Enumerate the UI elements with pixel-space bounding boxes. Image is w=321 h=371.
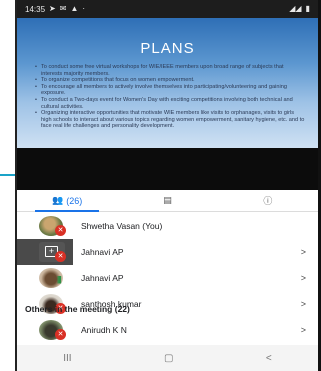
meeting-tabs: 👥 (26) ▤ ⓘ [17, 190, 318, 212]
status-bar: 14:35 ➤ ✉ ▲ · ◢◢ ▮ [17, 0, 318, 18]
slide-title: PLANS [140, 40, 195, 57]
participant-name: Jahnavi AP [81, 273, 124, 283]
participant-row[interactable]: ✕ Anirudh K N > [17, 317, 318, 343]
tab-people[interactable]: 👥 (26) [17, 190, 117, 212]
speaking-icon: ||| [57, 275, 62, 284]
chevron-right-icon[interactable]: > [301, 299, 306, 309]
chevron-right-icon[interactable]: > [301, 325, 306, 335]
home-button[interactable]: ▢ [164, 353, 173, 364]
recent-apps-button[interactable]: III [63, 353, 71, 364]
notification-icon: ▲ [70, 4, 79, 13]
signal-arrow-icon: ➤ [49, 4, 56, 13]
mic-off-icon: ✕ [55, 329, 66, 340]
android-nav-bar: III ▢ < [17, 345, 318, 371]
battery-icon: ▮ [305, 4, 310, 13]
people-count: (26) [66, 195, 83, 206]
video-area [17, 148, 318, 190]
slide-bullets: To conduct some free virtual workshops f… [35, 64, 306, 130]
slide-bullet: To organize competitions that focus on w… [35, 77, 306, 84]
mic-off-icon: ✕ [55, 225, 66, 236]
shared-slide: PLANS To conduct some free virtual works… [17, 18, 318, 148]
slide-bullet: Organizing interactive opportunities tha… [35, 110, 306, 130]
participant-name: Anirudh K N [81, 325, 127, 335]
back-button[interactable]: < [266, 353, 272, 364]
chevron-right-icon[interactable]: > [301, 247, 306, 257]
info-icon: ⓘ [263, 196, 273, 206]
slide-bullet: To conduct a Two-days event for Women's … [35, 97, 306, 110]
tab-info[interactable]: ⓘ [218, 190, 318, 211]
people-icon: 👥 [52, 195, 64, 205]
participant-name: Shwetha Vasan (You) [81, 221, 163, 231]
dot-icon: · [82, 4, 86, 13]
tab-chat[interactable]: ▤ [117, 190, 217, 211]
participant-list: ✕ Shwetha Vasan (You) + ✕ Jahnavi AP > |… [17, 213, 318, 317]
others-section-label: Others in the meeting (22) [25, 304, 130, 314]
message-icon: ✉ [59, 4, 67, 13]
participant-row[interactable]: ||| Jahnavi AP > [17, 265, 318, 291]
phone-screen: 14:35 ➤ ✉ ▲ · ◢◢ ▮ PLANS To conduct some… [15, 0, 321, 371]
status-time: 14:35 [25, 4, 46, 14]
participant-row[interactable]: ✕ Shwetha Vasan (You) [17, 213, 318, 239]
participant-name: Jahnavi AP [81, 247, 124, 257]
chevron-right-icon[interactable]: > [301, 273, 306, 283]
slide-bullet: To conduct some free virtual workshops f… [35, 64, 306, 77]
pointer-line [0, 174, 15, 176]
network-icon: ◢◢ [289, 4, 302, 13]
mic-off-icon: ✕ [55, 251, 66, 262]
participant-row[interactable]: + ✕ Jahnavi AP > [17, 239, 318, 265]
slide-bullet: To encourage all members to actively inv… [35, 84, 306, 97]
chat-icon: ▤ [163, 195, 172, 205]
